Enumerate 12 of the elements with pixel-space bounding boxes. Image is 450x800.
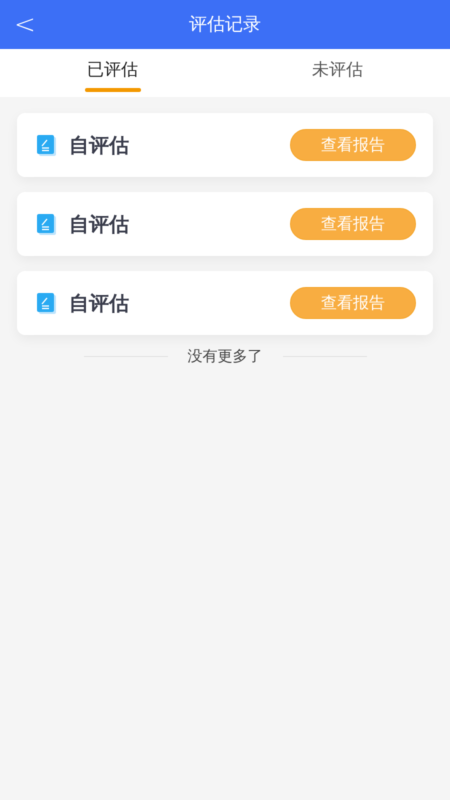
record-title: 自评估 bbox=[69, 290, 129, 317]
tab[interactable]: 已评估 bbox=[87, 58, 138, 84]
tab[interactable]: 未评估 bbox=[312, 58, 363, 84]
document-icon bbox=[37, 292, 57, 314]
record-title: 自评估 bbox=[69, 132, 129, 159]
document-icon bbox=[37, 134, 57, 156]
page-title: 评估记录 bbox=[189, 13, 261, 37]
back-button[interactable]: < bbox=[14, 12, 36, 38]
tab-indicator bbox=[84, 88, 140, 92]
end-of-list-text: 没有更多了 bbox=[188, 346, 262, 367]
record-title: 自评估 bbox=[69, 211, 129, 238]
document-icon bbox=[37, 214, 57, 234]
